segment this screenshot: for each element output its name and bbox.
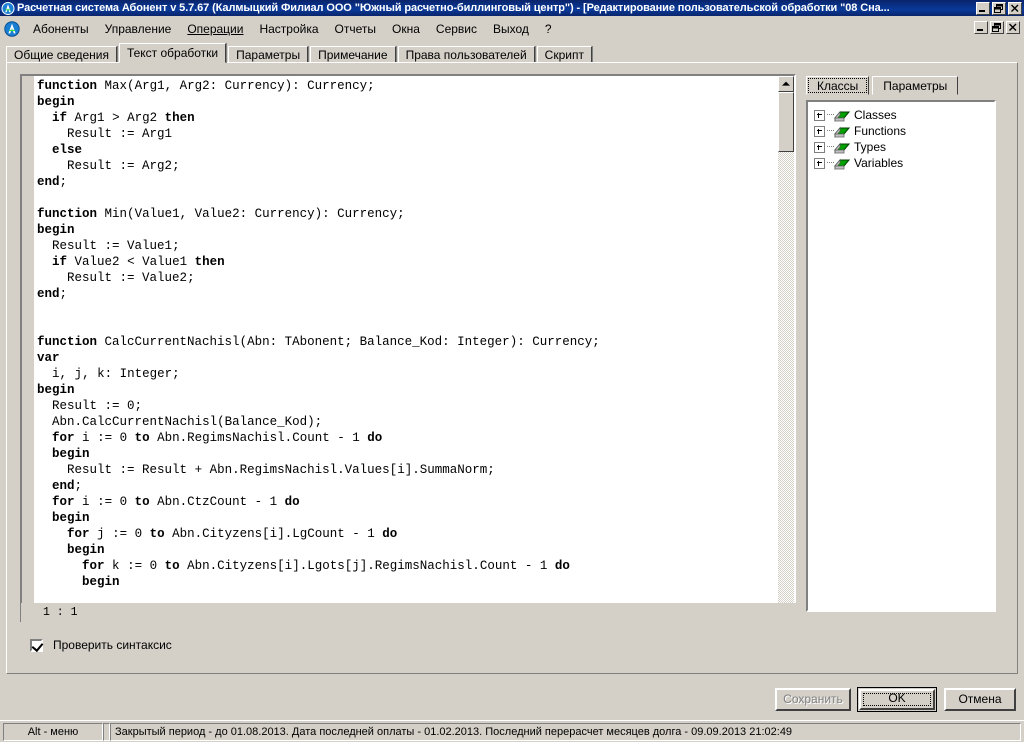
checkmark-icon	[31, 639, 44, 652]
application-window: Расчетная система Абонент v 5.7.67 (Калм…	[0, 0, 1024, 742]
menu-item-servis[interactable]: Сервис	[428, 20, 485, 38]
tree-node-label: Classes	[854, 108, 897, 122]
tree-node-label: Variables	[854, 156, 904, 170]
cancel-button[interactable]: Отмена	[944, 688, 1016, 711]
title-bar: Расчетная система Абонент v 5.7.67 (Калм…	[0, 0, 1024, 16]
scrollbar-thumb[interactable]	[778, 92, 794, 152]
tree-connector-icon	[827, 114, 834, 116]
focus-rect	[863, 693, 931, 706]
book-icon	[833, 141, 851, 154]
expand-plus-icon[interactable]	[814, 125, 825, 137]
book-icon	[833, 157, 851, 170]
scroll-up-button[interactable]	[778, 76, 794, 92]
tab-obshchie-svedeniya[interactable]: Общие сведения	[6, 46, 117, 63]
book-icon	[833, 125, 851, 138]
tree-node-functions[interactable]: Functions	[814, 123, 994, 139]
menu-item-upravlenie[interactable]: Управление	[97, 20, 180, 38]
menu-item-abonenty[interactable]: Абоненты	[25, 20, 97, 38]
object-tree-view[interactable]: Classes Functions Types Variables	[806, 100, 996, 612]
status-separator	[103, 722, 110, 741]
tree-node-label: Functions	[854, 124, 907, 138]
menu-item-okna[interactable]: Окна	[384, 20, 428, 38]
right-tab-klassy[interactable]: Классы	[806, 76, 870, 95]
window-controls	[976, 1, 1022, 15]
status-info: Закрытый период - до 01.08.2013. Дата по…	[110, 722, 1021, 741]
abonent-logo-icon	[1, 1, 15, 15]
right-tab-parametry[interactable]: Параметры	[872, 76, 959, 95]
expand-plus-icon[interactable]	[814, 157, 825, 169]
save-button[interactable]: Сохранить	[775, 688, 851, 711]
tree-node-classes[interactable]: Classes	[814, 107, 994, 123]
mdi-close-button[interactable]	[1006, 21, 1020, 34]
menu-item-otchety[interactable]: Отчеты	[327, 20, 384, 38]
tree-node-types[interactable]: Types	[814, 139, 994, 155]
menu-item-vyhod[interactable]: Выход	[485, 20, 537, 38]
restore-button[interactable]	[992, 1, 1006, 15]
check-syntax-row[interactable]: Проверить синтаксис	[30, 638, 172, 652]
tab-prava-polzovateley[interactable]: Права пользователей	[397, 46, 535, 63]
mdi-restore-button[interactable]	[990, 21, 1004, 34]
window-title: Расчетная система Абонент v 5.7.67 (Калм…	[17, 1, 890, 14]
menu-bar: Абоненты Управление Операции Настройка О…	[0, 18, 1024, 40]
editor-gutter	[22, 76, 35, 620]
tree-connector-icon	[827, 146, 834, 148]
expand-plus-icon[interactable]	[814, 141, 825, 153]
tab-parametry[interactable]: Параметры	[228, 46, 309, 63]
editor-vertical-scrollbar[interactable]	[778, 76, 794, 620]
check-syntax-checkbox[interactable]	[30, 638, 44, 652]
status-hint: Alt - меню	[3, 722, 103, 741]
right-panel-tab-strip: Классы Параметры	[806, 76, 961, 95]
code-editor[interactable]: function Max(Arg1, Arg2: Currency): Curr…	[20, 74, 796, 622]
close-button[interactable]	[1008, 1, 1022, 15]
tab-skript[interactable]: Скрипт	[536, 46, 592, 63]
abonent-logo-icon	[4, 21, 20, 37]
tab-primechanie[interactable]: Примечание	[310, 46, 396, 63]
editor-code-text[interactable]: function Max(Arg1, Arg2: Currency): Curr…	[37, 78, 778, 620]
tab-tekst-obrabotki[interactable]: Текст обработки	[118, 43, 227, 63]
book-icon	[833, 109, 851, 122]
mdi-minimize-button[interactable]	[974, 21, 988, 34]
ok-button[interactable]: OK	[857, 687, 937, 712]
menu-item-operacii[interactable]: Операции	[179, 20, 251, 38]
editor-caret-position: 1 : 1	[20, 603, 796, 622]
tab-strip: Общие сведения Текст обработки Параметры…	[0, 43, 1024, 63]
minimize-button[interactable]	[976, 1, 990, 15]
menu-item-help[interactable]: ?	[537, 20, 560, 38]
menu-item-nastroyka[interactable]: Настройка	[251, 20, 326, 38]
expand-plus-icon[interactable]	[814, 109, 825, 121]
mdi-child-controls	[974, 21, 1020, 34]
check-syntax-label: Проверить синтаксис	[53, 638, 172, 652]
tree-connector-icon	[827, 162, 834, 164]
tree-connector-icon	[827, 130, 834, 132]
status-bar: Alt - меню Закрытый период - до 01.08.20…	[0, 720, 1024, 742]
triangle-up-icon	[782, 81, 790, 86]
tree-node-variables[interactable]: Variables	[814, 155, 994, 171]
tree-node-label: Types	[854, 140, 887, 154]
